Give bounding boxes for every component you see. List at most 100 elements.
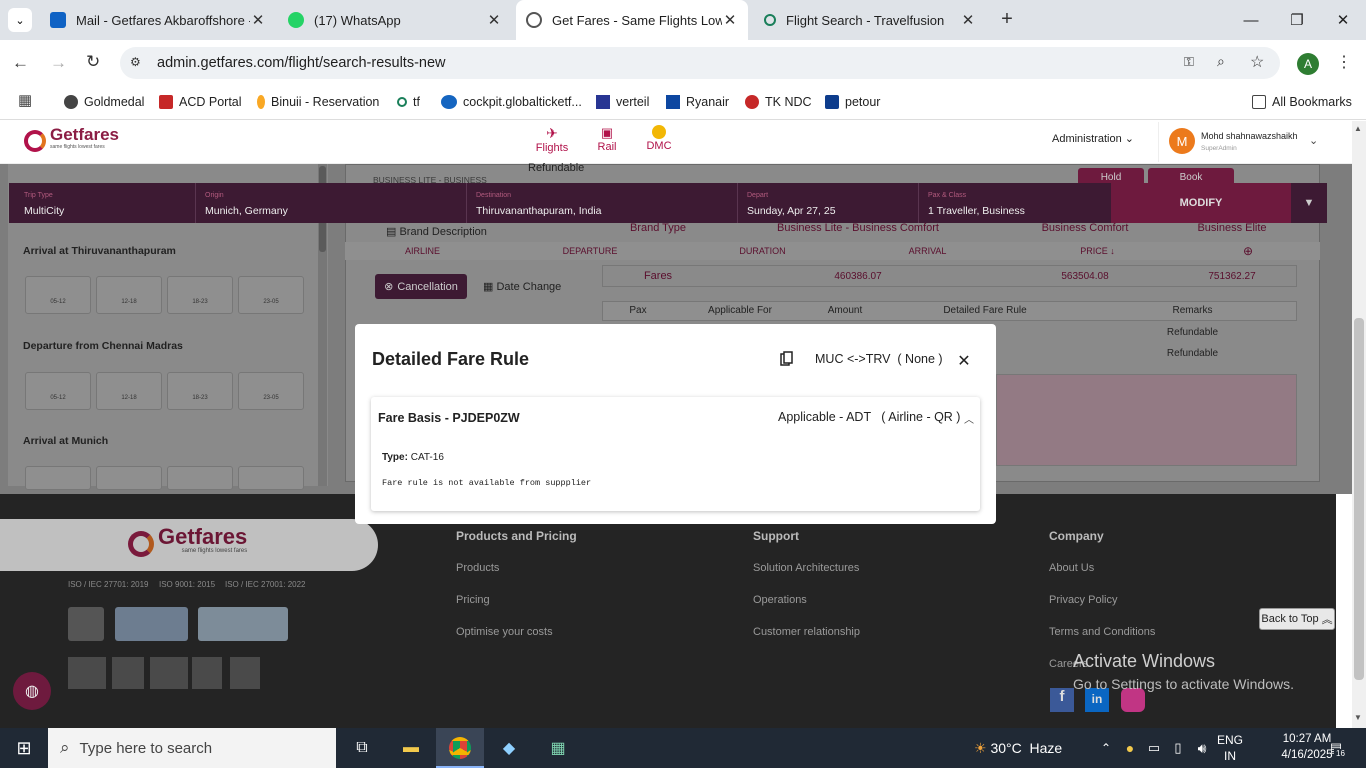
pax-class-field[interactable]: Pax & Class 1 Traveller, Business	[914, 183, 1110, 223]
time-slot-evening[interactable]	[167, 466, 233, 490]
taskbar-search[interactable]: ⌕ Type here to search	[48, 728, 336, 768]
window-close-icon[interactable]: ✕	[1320, 0, 1366, 40]
bookmark-tf[interactable]: tf	[397, 92, 420, 112]
page-scroll-thumb[interactable]	[1354, 318, 1364, 680]
footer-logo[interactable]: Getfares same flights lowest fares	[128, 526, 247, 558]
browser-menu-icon[interactable]: ⋮	[1336, 52, 1352, 72]
footer-link[interactable]: Customer relationship	[753, 626, 860, 638]
facebook-icon[interactable]: f	[1050, 688, 1074, 712]
bookmark-tk-ndc[interactable]: TK NDC	[745, 92, 812, 112]
star-icon[interactable]: ☆	[1250, 52, 1264, 72]
copy-icon[interactable]	[780, 351, 794, 367]
bookmark-verteil[interactable]: verteil	[596, 92, 649, 112]
user-menu[interactable]: M Mohd shahnawazshaikh SuperAdmin ⌄	[1158, 122, 1336, 162]
apps-grid-icon[interactable]: ▦	[18, 91, 32, 109]
modal-close-icon[interactable]: ✕	[955, 351, 973, 371]
time-slot-afternoon[interactable]	[96, 466, 162, 490]
time-slot-morning[interactable]	[25, 466, 91, 490]
fare-value: 460386.07	[834, 271, 882, 282]
time-slot-evening[interactable]: 18-23	[167, 276, 233, 314]
tab-getfares[interactable]: Get Fares - Same Flights Lowest ✕	[516, 0, 748, 40]
nav-rail[interactable]: ▣ Rail	[582, 125, 632, 153]
back-icon[interactable]: ←	[12, 53, 29, 73]
close-icon[interactable]: ✕	[960, 11, 976, 29]
footer-link[interactable]: Operations	[753, 594, 807, 606]
file-explorer-icon[interactable]: ▬	[397, 734, 425, 762]
add-circle-icon[interactable]: ⊕	[1243, 244, 1253, 258]
new-tab-button[interactable]: +	[996, 8, 1018, 32]
notes-app-icon[interactable]: ◆	[495, 734, 523, 762]
scroll-up-icon[interactable]: ▲	[1354, 124, 1362, 133]
time-slot-night[interactable]: 23-05	[238, 372, 304, 410]
nav-dmc[interactable]: DMC	[634, 125, 684, 152]
url-text[interactable]: admin.getfares.com/flight/search-results…	[157, 55, 446, 71]
footer-link[interactable]: Solution Architectures	[753, 562, 859, 574]
footer-link[interactable]: Products	[456, 562, 499, 574]
weather-widget[interactable]: ☀ 30°C Haze	[974, 740, 1062, 757]
back-to-top-button[interactable]: Back to Top ︽	[1259, 608, 1335, 630]
tab-whatsapp[interactable]: (17) WhatsApp ✕	[278, 0, 512, 40]
getfares-logo[interactable]: Getfares same flights lowest fares	[24, 126, 119, 153]
time-slot-morning[interactable]: 05-12	[25, 276, 91, 314]
language-globe-button[interactable]: ◍	[13, 672, 51, 710]
destination-field[interactable]: Destination Thiruvananthapuram, India	[462, 183, 738, 223]
volume-icon[interactable]: 🔊︎	[1188, 734, 1216, 762]
footer-link[interactable]: About Us	[1049, 562, 1094, 574]
all-bookmarks[interactable]: All Bookmarks	[1252, 92, 1352, 112]
date-change-tab[interactable]: ▦ Date Change	[483, 280, 561, 293]
site-info-icon[interactable]: ⚙	[130, 55, 141, 69]
scroll-down-icon[interactable]: ▼	[1354, 713, 1362, 722]
col-duration[interactable]: DURATION	[720, 246, 805, 256]
bookmark-goldmedal[interactable]: Goldmedal	[64, 92, 144, 112]
footer-link[interactable]: Privacy Policy	[1049, 594, 1117, 606]
fare-basis-label[interactable]: Fare Basis - PJDEP0ZW	[378, 411, 520, 425]
windows-start-icon[interactable]: ⊞	[10, 734, 38, 762]
tab-search-dropdown[interactable]: ⌄	[8, 8, 32, 32]
applicable-label[interactable]: Applicable - ADT ( Airline - QR )	[778, 410, 960, 424]
nav-flights[interactable]: ✈ Flights	[527, 125, 577, 154]
password-key-icon[interactable]: ⚿	[1184, 54, 1194, 70]
origin-field[interactable]: Origin Munich, Germany	[191, 183, 467, 223]
bookmark-binuii[interactable]: Binuii - Reservation	[257, 92, 379, 112]
language-indicator[interactable]: ENG IN	[1217, 732, 1243, 764]
time-slot-afternoon[interactable]: 12-18	[96, 372, 162, 410]
bookmark-cockpit[interactable]: cockpit.globalticketf...	[441, 92, 582, 112]
col-arrival[interactable]: ARRIVAL	[885, 246, 970, 256]
time-slot-night[interactable]: 23-05	[238, 276, 304, 314]
reload-icon[interactable]: ↻	[86, 52, 100, 72]
chrome-icon[interactable]	[446, 734, 474, 762]
col-airline[interactable]: AIRLINE	[380, 246, 465, 256]
restore-icon[interactable]: ❐	[1274, 0, 1320, 40]
depart-field[interactable]: Depart Sunday, Apr 27, 25	[733, 183, 919, 223]
forward-icon[interactable]: →	[50, 53, 67, 73]
time-slot-morning[interactable]: 05-12	[25, 372, 91, 410]
cancellation-tab[interactable]: ⊗ Cancellation	[375, 274, 467, 299]
administration-menu[interactable]: Administration ⌄	[1052, 132, 1134, 145]
close-icon[interactable]: ✕	[722, 11, 738, 29]
footer-link[interactable]: Terms and Conditions	[1049, 626, 1155, 638]
profile-avatar[interactable]: A	[1297, 53, 1319, 75]
footer-link[interactable]: Pricing	[456, 594, 490, 606]
task-view-icon[interactable]: ⧉	[348, 734, 376, 762]
bookmark-acd-portal[interactable]: ACD Portal	[159, 92, 242, 112]
tab-travelfusion[interactable]: Flight Search - Travelfusion ✕	[754, 0, 986, 40]
minimize-icon[interactable]: —	[1228, 0, 1274, 40]
close-icon[interactable]: ✕	[486, 11, 502, 29]
trip-type-field[interactable]: Trip Type MultiCity	[10, 183, 196, 223]
tab-mail[interactable]: Mail - Getfares Akbaroffshore - ✕	[40, 0, 276, 40]
modify-button[interactable]: MODIFY	[1111, 183, 1291, 223]
col-departure[interactable]: DEPARTURE	[550, 246, 630, 256]
time-slot-evening[interactable]: 18-23	[167, 372, 233, 410]
calculator-icon[interactable]: ▦	[544, 734, 572, 762]
expand-search-button[interactable]: ▼	[1291, 183, 1327, 223]
chevron-up-icon[interactable]: ︿	[964, 411, 974, 426]
time-slot-night[interactable]	[238, 466, 304, 490]
close-icon[interactable]: ✕	[250, 11, 266, 29]
bookmark-petour[interactable]: petour	[825, 92, 880, 112]
zoom-icon[interactable]: ⌕	[1217, 53, 1225, 70]
time-slot-afternoon[interactable]: 12-18	[96, 276, 162, 314]
footer-link[interactable]: Optimise your costs	[456, 626, 553, 638]
brand-description-link[interactable]: ▤ Brand Description	[386, 225, 487, 238]
bookmark-ryanair[interactable]: Ryanair	[666, 92, 729, 112]
col-price[interactable]: PRICE ↓	[1055, 246, 1140, 256]
